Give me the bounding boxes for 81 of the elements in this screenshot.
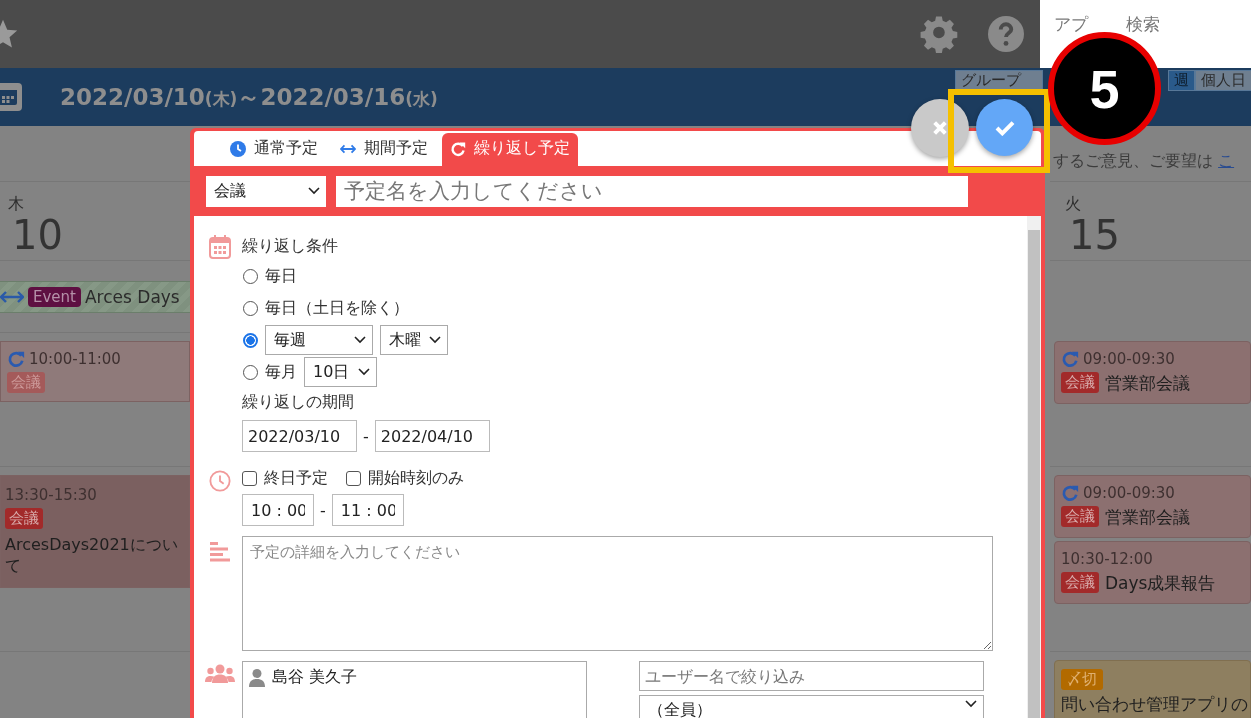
category-tag: 会議 (1061, 372, 1099, 393)
range-dash: - (319, 500, 327, 520)
chevron-down-icon (965, 700, 977, 708)
option-label: 毎月 (265, 361, 297, 383)
checkbox[interactable] (242, 470, 257, 486)
repeat-icon (450, 140, 466, 157)
chevron-down-icon (308, 187, 320, 195)
section-label: 繰り返しの期間 (242, 390, 355, 413)
category-tag: 会議 (5, 508, 43, 529)
event-time: 13:30-15:30 (5, 486, 97, 504)
event-title: Arces Days (85, 286, 180, 307)
checkbox-label: 終日予定 (264, 467, 328, 489)
close-icon (932, 120, 948, 136)
help-icon[interactable] (988, 16, 1024, 52)
day-number: 15 (1068, 215, 1121, 255)
weekday-label: 木 (8, 194, 25, 215)
member-name[interactable]: 島谷 美久子 (272, 667, 358, 688)
weekday-label: 火 (1065, 194, 1082, 215)
event-card[interactable]: 09:00-09:30 会議 営業部会議 (1054, 475, 1251, 538)
search-placeholder[interactable]: 検索 (1126, 14, 1160, 34)
range-dash: - (362, 426, 370, 446)
notice-text: するご意見、ご要望は こ (1052, 151, 1235, 172)
title-input[interactable]: 予定名を入力してください (336, 175, 968, 207)
search-placeholder[interactable]: アプ (1054, 14, 1088, 34)
interval-dropdown[interactable]: 毎週 (265, 325, 373, 355)
section-label: 繰り返し条件 (242, 234, 339, 257)
person-icon (249, 668, 265, 687)
check-icon (993, 119, 1016, 136)
group-dropdown[interactable]: （全員） (639, 695, 984, 718)
checkbox-label: 開始時刻のみ (368, 467, 464, 489)
end-date-field[interactable]: 2022/04/10 (374, 420, 490, 452)
event-title: 営業部会議 (1105, 372, 1190, 395)
event-title: 営業部会議 (1105, 506, 1190, 529)
event-card[interactable]: 13:30-15:30 会議 ArcesDays2021について (0, 475, 190, 588)
calendar-icon (209, 235, 231, 259)
category-tag: 会議 (1061, 572, 1099, 593)
event-card[interactable]: 〆切 問い合わせ管理アプリの (1054, 660, 1251, 718)
event-card[interactable]: 09:00-09:30 会議 営業部会議 (1054, 341, 1251, 404)
checkbox[interactable] (346, 470, 361, 486)
view-tab[interactable]: グループ (955, 70, 1043, 91)
day-dropdown[interactable]: 10日 (304, 357, 377, 387)
option-label: 毎日 (265, 265, 297, 287)
deadline-tag: 〆切 (1061, 669, 1103, 690)
calendar-icon[interactable] (0, 83, 22, 111)
category-tag: 会議 (1061, 506, 1099, 527)
chevron-down-icon (354, 336, 366, 344)
event-time: 10:30-12:00 (1061, 550, 1153, 568)
schedule-type-tab[interactable]: 繰り返し予定 (442, 133, 578, 166)
event-tag: Event (28, 286, 81, 307)
category-dropdown[interactable]: 会議 (206, 175, 326, 207)
double-arrow-icon (0, 290, 24, 303)
event-card[interactable]: 10:00-11:00 会議 (0, 341, 190, 402)
event-time: 09:00-09:30 (1083, 484, 1175, 502)
day-number: 10 (11, 215, 64, 255)
scrollbar[interactable] (1027, 216, 1041, 718)
people-icon (205, 664, 235, 684)
chevron-down-icon (429, 336, 441, 344)
detail-textarea[interactable]: 予定の詳細を入力してください (242, 536, 993, 651)
repeat-icon (1061, 484, 1079, 502)
event-time: 10:00-11:00 (29, 350, 121, 368)
event-time: 09:00-09:30 (1083, 350, 1175, 368)
radio-button[interactable] (243, 332, 258, 348)
event-card[interactable]: 10:30-12:00 会議 Days成果報告 (1054, 541, 1251, 604)
event-title: ArcesDays2021について (5, 535, 179, 577)
period-event-bar[interactable]: Event Arces Days (0, 280, 190, 313)
user-filter-field[interactable]: ユーザー名で絞り込み (639, 661, 984, 691)
event-title: Days成果報告 (1105, 572, 1216, 595)
settings-icon[interactable] (920, 15, 958, 53)
chevron-down-icon (358, 368, 370, 376)
date-range: 2022/03/10(木)～2022/03/16(水) (60, 82, 438, 112)
option-label: 毎日（土日を除く） (265, 297, 409, 319)
clock-icon (230, 140, 246, 157)
category-tag: 会議 (7, 372, 45, 393)
repeat-icon (7, 350, 25, 368)
view-tab[interactable]: 個人日 (1195, 70, 1251, 91)
repeat-icon (1061, 350, 1079, 368)
weekday-dropdown[interactable]: 木曜 (380, 325, 448, 355)
start-date-field[interactable]: 2022/03/10 (242, 420, 357, 452)
text-lines-icon (209, 539, 231, 563)
event-title: 問い合わせ管理アプリの (1061, 693, 1248, 716)
clock-icon (209, 469, 231, 493)
